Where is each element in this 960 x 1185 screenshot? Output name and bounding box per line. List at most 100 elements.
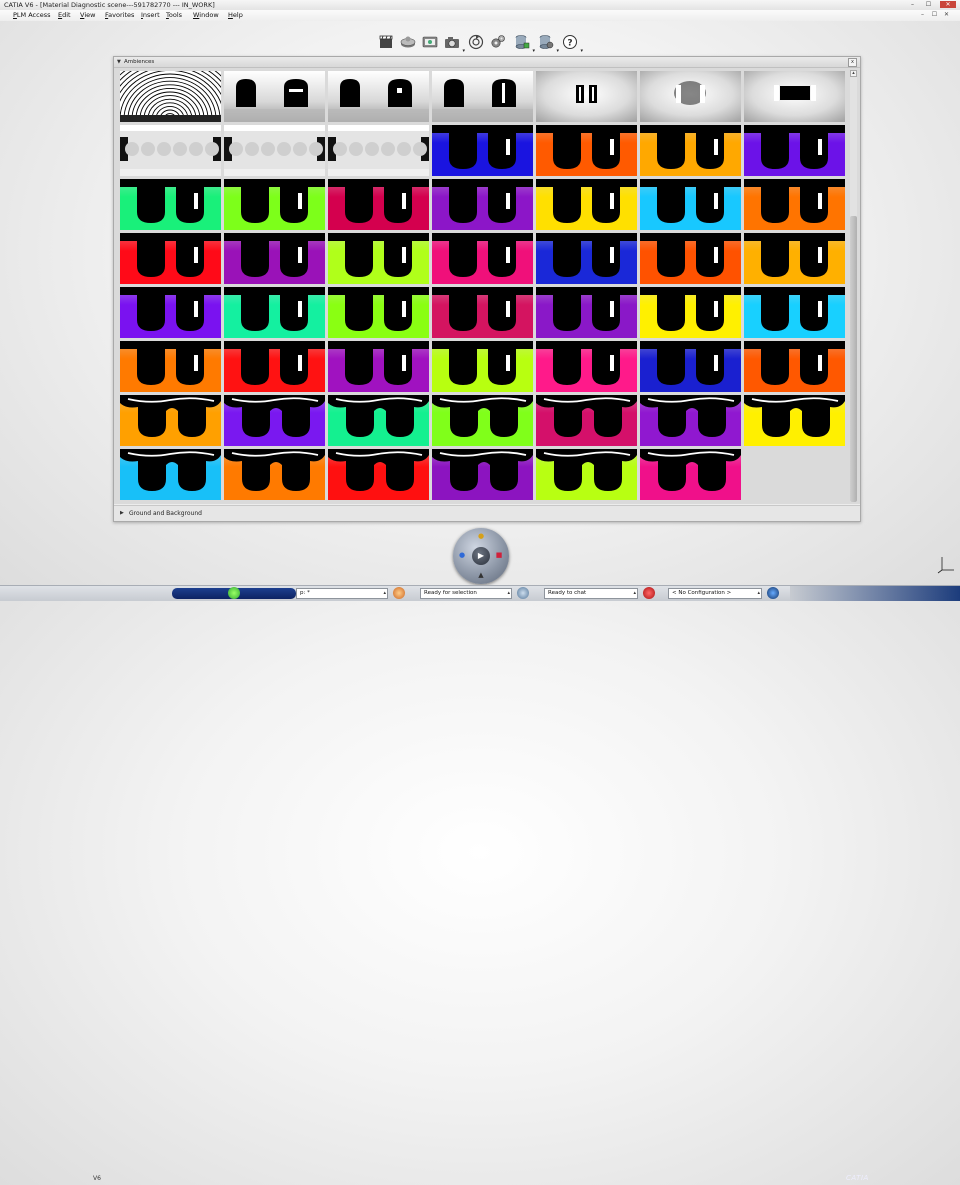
ambience-thumbnail[interactable] (744, 71, 845, 122)
ambience-thumbnail[interactable] (536, 449, 637, 500)
ambience-thumbnail[interactable] (432, 233, 533, 284)
ambience-thumbnail[interactable] (536, 233, 637, 284)
ambience-thumbnail[interactable] (432, 449, 533, 500)
chevron-down-icon[interactable]: ▾ (556, 48, 559, 54)
ambience-thumbnail[interactable] (744, 233, 845, 284)
ambience-thumbnail[interactable] (432, 179, 533, 230)
ambience-thumbnail[interactable] (432, 341, 533, 392)
chat-icon[interactable] (517, 587, 529, 599)
chevron-down-icon[interactable]: ▾ (580, 48, 583, 54)
chevron-down-icon[interactable]: ▴ (633, 589, 636, 598)
ambience-thumbnail[interactable] (120, 287, 221, 338)
chevron-down-icon[interactable]: ▴ (507, 589, 510, 598)
ambience-thumbnail[interactable] (432, 287, 533, 338)
panel-close-button[interactable]: x (848, 58, 857, 67)
ambience-thumbnail[interactable] (328, 179, 429, 230)
play-icon[interactable]: ▶ (472, 547, 490, 565)
ambience-thumbnail[interactable] (328, 71, 429, 122)
ambience-thumbnail[interactable] (536, 125, 637, 176)
ambience-thumbnail[interactable] (224, 341, 325, 392)
scroll-thumb[interactable] (850, 216, 857, 502)
pen-icon[interactable] (393, 587, 405, 599)
ambience-thumbnail[interactable] (432, 395, 533, 446)
minimize-button[interactable]: – (908, 1, 917, 8)
ambience-thumbnail[interactable] (328, 449, 429, 500)
command-input[interactable]: p: * ▴ (296, 588, 388, 599)
ambience-thumbnail[interactable] (640, 179, 741, 230)
menu-tools[interactable]: Tools (166, 10, 182, 21)
help-icon[interactable]: ? ▾ (562, 34, 583, 54)
configuration-field[interactable]: < No Configuration > ▴ (668, 588, 762, 599)
expand-arrow-icon[interactable]: ▶ (120, 506, 124, 521)
filter-icon[interactable] (767, 587, 779, 599)
ambience-thumbnail[interactable] (328, 341, 429, 392)
mdi-minimize-button[interactable]: – (918, 11, 927, 19)
ambience-thumbnail[interactable] (120, 449, 221, 500)
ambience-thumbnail[interactable] (120, 71, 221, 122)
ambience-thumbnail[interactable] (640, 449, 741, 500)
camera-icon[interactable]: ▾ (444, 34, 465, 54)
compass-widget[interactable]: ● ● ■ ▲ ▶ (453, 528, 509, 584)
ambience-thumbnail[interactable] (744, 179, 845, 230)
database-gear-icon[interactable]: ▾ (538, 34, 559, 54)
refresh-target-icon[interactable] (468, 34, 484, 50)
render-screen-icon[interactable] (422, 34, 438, 50)
ambience-thumbnail[interactable] (328, 395, 429, 446)
ambience-thumbnail[interactable] (640, 125, 741, 176)
ambience-thumbnail[interactable] (432, 125, 533, 176)
ambience-thumbnail[interactable] (744, 395, 845, 446)
ambience-thumbnail[interactable] (328, 233, 429, 284)
ambience-thumbnail[interactable] (224, 395, 325, 446)
gears-icon[interactable] (490, 34, 506, 50)
ambience-thumbnail[interactable] (640, 233, 741, 284)
ambience-thumbnail[interactable] (640, 71, 741, 122)
ambience-thumbnail[interactable] (224, 287, 325, 338)
mdi-close-button[interactable]: ✕ (942, 11, 951, 19)
chevron-down-icon[interactable]: ▴ (383, 589, 386, 598)
ambience-thumbnail[interactable] (328, 287, 429, 338)
chevron-down-icon[interactable]: ▴ (757, 589, 760, 598)
vertical-scrollbar[interactable]: ▴ (850, 70, 857, 502)
ambience-thumbnail[interactable] (120, 233, 221, 284)
ambience-thumbnail[interactable] (744, 125, 845, 176)
database-icon[interactable]: ▾ (514, 34, 535, 54)
maximize-button[interactable]: ☐ (924, 1, 933, 8)
ambience-thumbnail[interactable] (640, 287, 741, 338)
ambience-thumbnail[interactable] (224, 449, 325, 500)
collapse-arrow-icon[interactable]: ▼ (117, 57, 121, 67)
ambience-thumbnail[interactable] (536, 395, 637, 446)
ambience-thumbnail[interactable] (224, 125, 325, 176)
menu-view[interactable]: View (80, 10, 95, 21)
product-icon[interactable]: ■ (494, 550, 504, 560)
people-icon[interactable]: ● (476, 531, 486, 541)
chevron-down-icon[interactable]: ▾ (532, 48, 535, 54)
ambience-thumbnail[interactable] (744, 287, 845, 338)
ambience-thumbnail[interactable] (640, 341, 741, 392)
disk-plate-icon[interactable] (400, 34, 416, 50)
menu-favorites[interactable]: Favorites (105, 10, 134, 21)
chat-status-field[interactable]: Ready to chat ▴ (544, 588, 638, 599)
ambience-thumbnail[interactable] (224, 233, 325, 284)
ambience-thumbnail[interactable] (120, 395, 221, 446)
menu-insert[interactable]: Insert (141, 10, 160, 21)
scroll-up-button[interactable]: ▴ (850, 70, 857, 77)
menu-window[interactable]: Window (193, 10, 219, 21)
ambience-thumbnail[interactable] (224, 179, 325, 230)
ambience-thumbnail[interactable] (432, 71, 533, 122)
ambience-thumbnail[interactable] (120, 125, 221, 176)
clapboard-icon[interactable] (378, 34, 394, 50)
compass-status-icon[interactable] (228, 587, 240, 599)
ambience-thumbnail[interactable] (744, 341, 845, 392)
menu-edit[interactable]: Edit (58, 10, 71, 21)
ambience-thumbnail[interactable] (328, 125, 429, 176)
selection-status-field[interactable]: Ready for selection ▴ (420, 588, 512, 599)
ambience-thumbnail[interactable] (536, 71, 637, 122)
ambience-thumbnail[interactable] (536, 287, 637, 338)
ambience-thumbnail[interactable] (536, 341, 637, 392)
menu-plm-access[interactable]: PLM Access (13, 10, 50, 21)
ground-background-section[interactable]: ▶ Ground and Background (114, 505, 860, 521)
ambience-thumbnail[interactable] (536, 179, 637, 230)
chevron-down-icon[interactable]: ▾ (462, 48, 465, 54)
ambience-thumbnail[interactable] (120, 179, 221, 230)
mdi-restore-button[interactable]: ☐ (930, 11, 939, 19)
